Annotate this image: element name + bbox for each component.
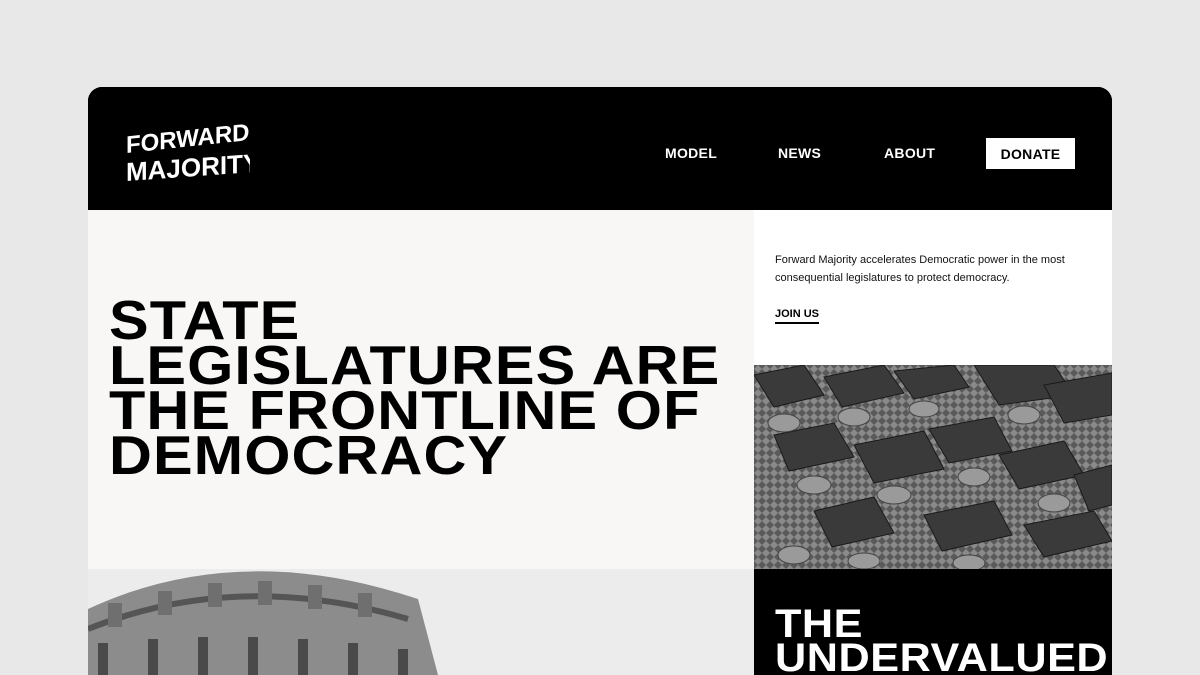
logo-wordmark: FORWARD MAJORITY bbox=[126, 119, 250, 187]
intro-text: Forward Majority accelerates Democratic … bbox=[775, 254, 1065, 284]
undervalued-heading: THE UNDERVALUED bbox=[775, 604, 1109, 675]
capitol-illustration bbox=[88, 569, 754, 675]
intro-panel: Forward Majority accelerates Democratic … bbox=[754, 210, 1112, 365]
forward-majority-logo[interactable]: FORWARD MAJORITY bbox=[126, 119, 250, 189]
legislative-chamber-photo bbox=[754, 365, 1112, 569]
donate-button[interactable]: DONATE bbox=[986, 138, 1075, 169]
undervalued-section: THE UNDERVALUED bbox=[754, 569, 1112, 675]
capitol-dome-photo bbox=[88, 569, 754, 675]
nav-news-link[interactable]: NEWS bbox=[778, 145, 821, 161]
hero-headline: STATE LEGISLATURES ARE THE FRONTLINE OF … bbox=[109, 293, 720, 483]
site-header: FORWARD MAJORITY MODEL NEWS ABOUT DONATE bbox=[88, 87, 1112, 210]
join-us-link[interactable]: JOIN US bbox=[775, 308, 820, 324]
nav-model-link[interactable]: MODEL bbox=[665, 145, 717, 161]
browser-window: FORWARD MAJORITY MODEL NEWS ABOUT DONATE… bbox=[88, 87, 1112, 675]
nav-about-link[interactable]: ABOUT bbox=[884, 145, 935, 161]
hero-section: STATE LEGISLATURES ARE THE FRONTLINE OF … bbox=[88, 210, 754, 569]
undervalued-line-2: UNDERVALUED bbox=[775, 636, 1109, 675]
chamber-illustration bbox=[754, 365, 1112, 569]
